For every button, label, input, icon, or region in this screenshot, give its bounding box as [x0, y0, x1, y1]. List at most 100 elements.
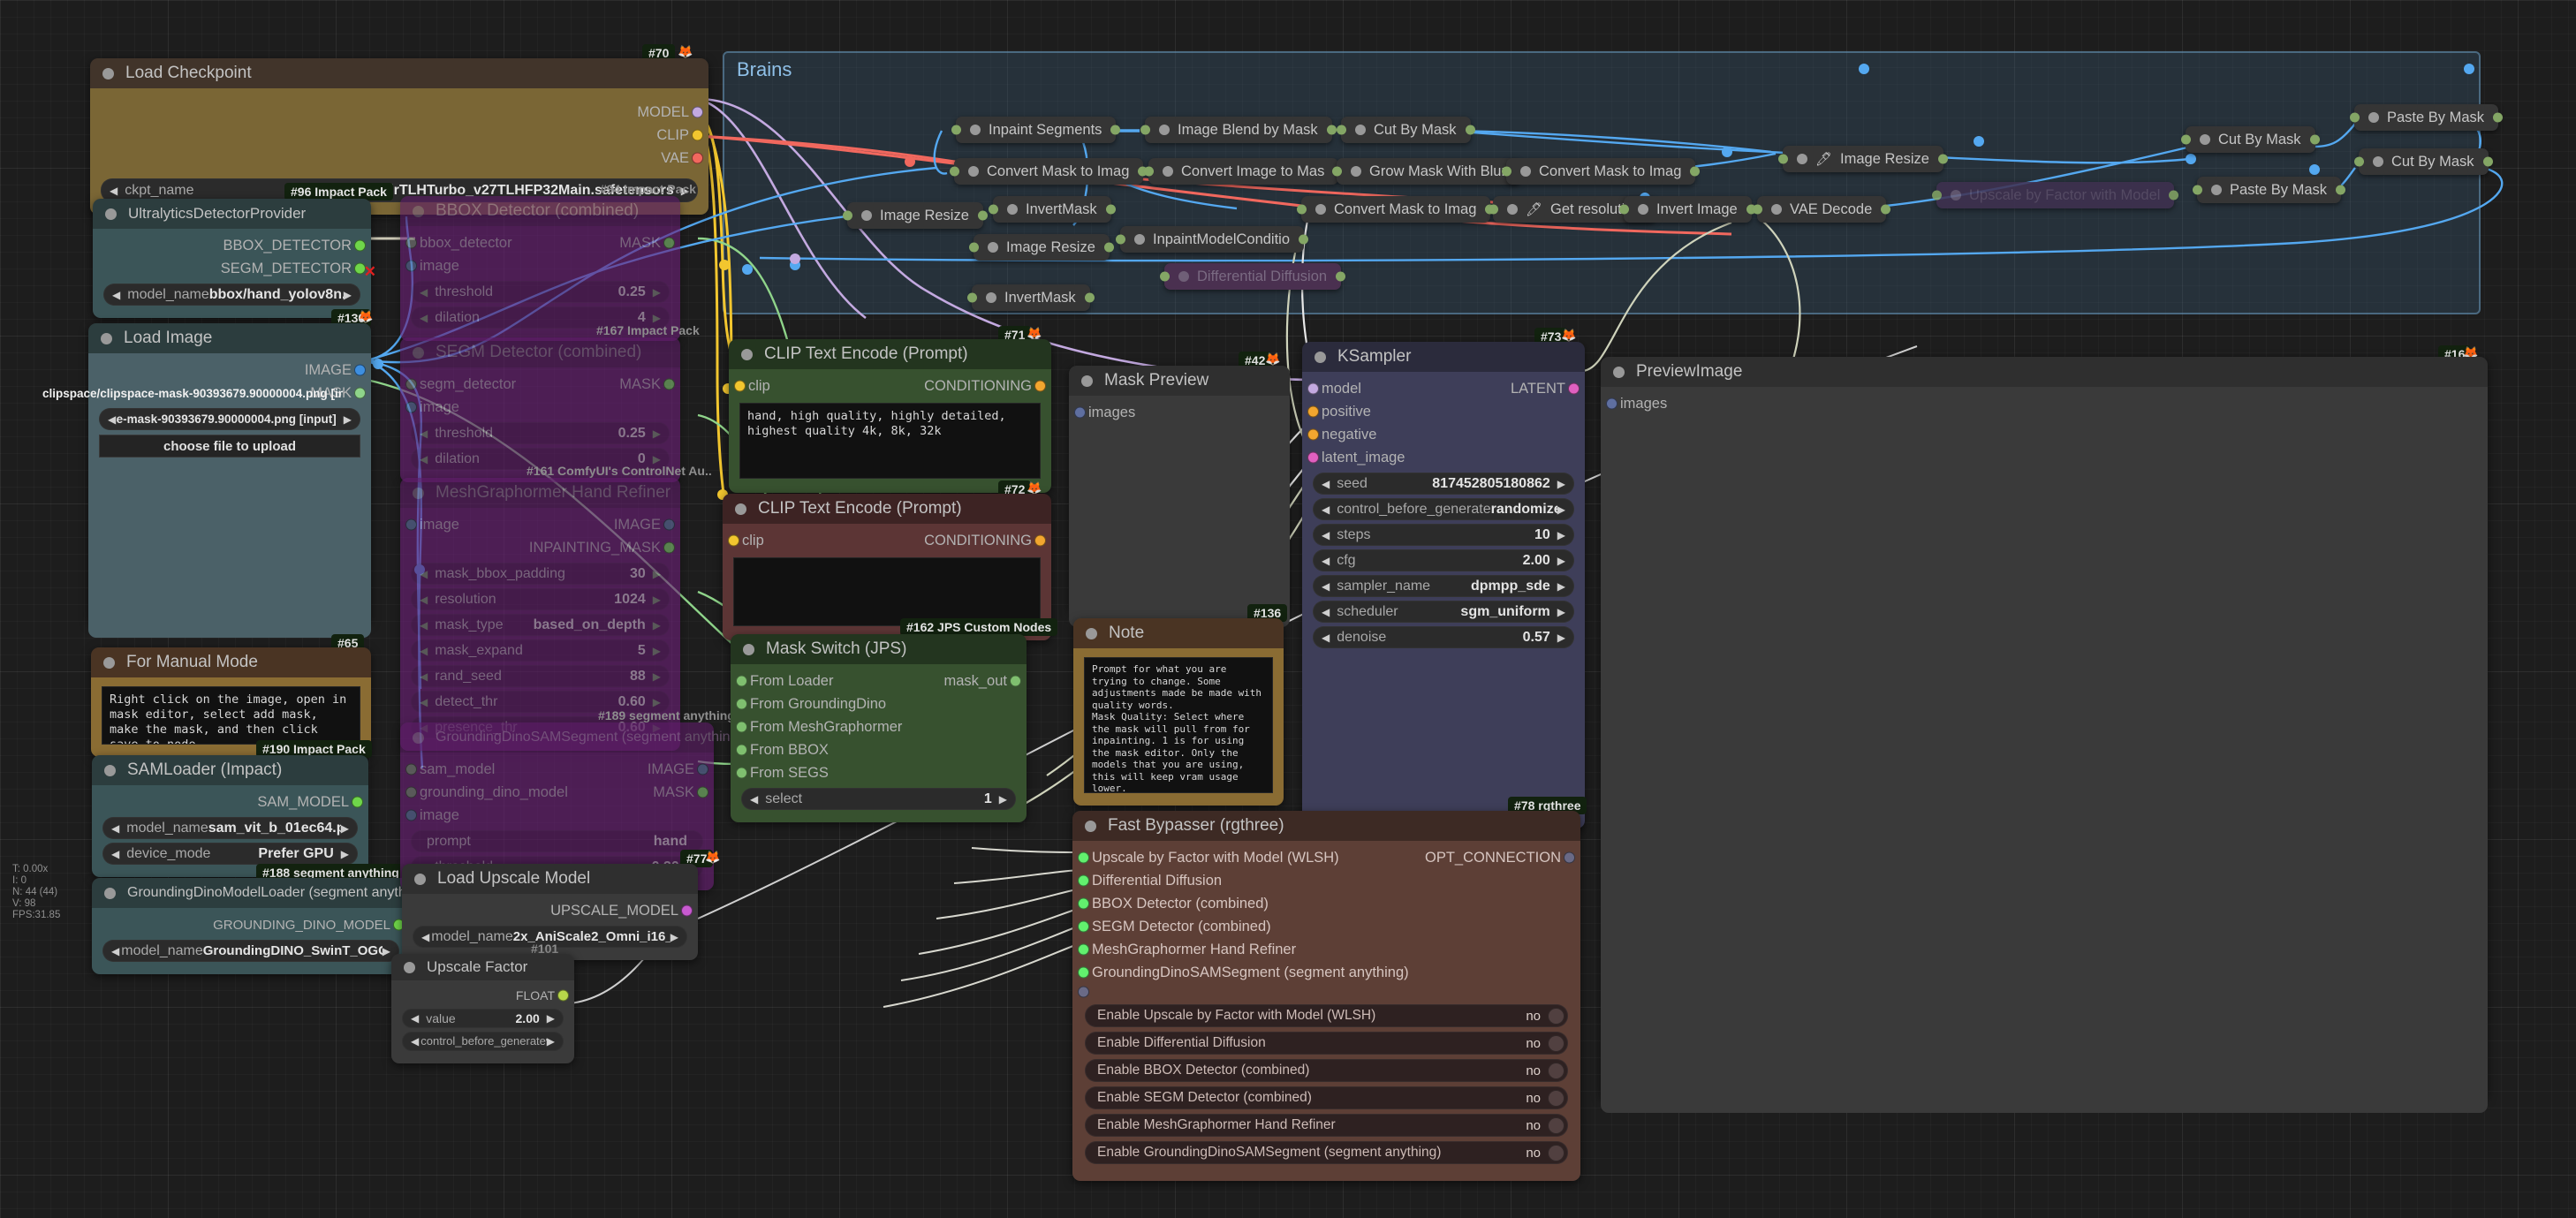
- input-port[interactable]: [1140, 125, 1150, 135]
- output-port-image[interactable]: [663, 518, 675, 531]
- prev-arrow-icon[interactable]: ◀: [1322, 503, 1330, 516]
- pill-node-invert-mask-2[interactable]: InvertMask: [967, 284, 1095, 311]
- widget-control-before-generate[interactable]: ◀ control_before_generate randomize ▶: [1313, 498, 1574, 520]
- input-port-images[interactable]: [1606, 397, 1618, 410]
- next-arrow-icon[interactable]: ▶: [1557, 606, 1565, 618]
- node-title-bar[interactable]: Mask Switch (JPS): [731, 634, 1027, 664]
- output-port[interactable]: [2493, 112, 2504, 123]
- collapse-dot[interactable]: [1134, 234, 1145, 245]
- output-port-latent[interactable]: [1568, 382, 1580, 395]
- input-port[interactable]: [1778, 154, 1788, 164]
- output-port-mask-out[interactable]: [1010, 675, 1021, 687]
- input-port-clip[interactable]: [728, 534, 739, 547]
- output-port-mask[interactable]: [697, 786, 708, 798]
- input-slot-image[interactable]: image IMAGE: [400, 513, 680, 536]
- input-port[interactable]: [1337, 125, 1346, 135]
- next-arrow-icon[interactable]: ▶: [344, 289, 352, 301]
- toggle-knob[interactable]: [1548, 1116, 1565, 1134]
- collapse-dot[interactable]: [1951, 190, 1961, 200]
- output-port[interactable]: [1937, 154, 1948, 164]
- next-arrow-icon[interactable]: ▶: [671, 931, 678, 943]
- node-segm-detector-combined[interactable]: SEGM Detector (combined) segm_detector M…: [400, 337, 680, 482]
- widget-sam-model-name[interactable]: ◀ model_name sam_vit_b_01ec64.pth ▶: [102, 817, 358, 839]
- output-port-opt-connection[interactable]: [1564, 851, 1575, 864]
- collapse-dot[interactable]: [413, 346, 424, 359]
- collapse-dot[interactable]: [2200, 134, 2210, 145]
- input-slot-bbox-detector[interactable]: bbox_detector MASK: [400, 231, 680, 254]
- input-port[interactable]: [2350, 112, 2360, 123]
- input-port-from-loader[interactable]: [736, 675, 747, 687]
- next-arrow-icon[interactable]: ▶: [383, 945, 390, 957]
- input-slot-image[interactable]: image: [400, 804, 714, 827]
- widget-device-mode[interactable]: ◀ device_mode Prefer GPU ▶: [102, 843, 358, 865]
- output-port[interactable]: [2336, 185, 2346, 195]
- node-upscale-factor[interactable]: Upscale Factor FLOAT ◀ value 2.00 ▶ ◀ co…: [391, 954, 574, 1063]
- node-title-bar[interactable]: GroundingDinoSAMSegment (segment anythin…: [400, 722, 743, 753]
- next-arrow-icon[interactable]: ▶: [547, 1012, 555, 1025]
- collapse-dot[interactable]: [1507, 204, 1518, 215]
- negative-prompt-textarea[interactable]: [733, 557, 1041, 626]
- next-arrow-icon[interactable]: ▶: [1557, 632, 1565, 644]
- node-title-bar[interactable]: Load Upscale Model: [402, 864, 698, 894]
- pill-node-image-resize-3[interactable]: Image Resize: [969, 234, 1114, 261]
- input-port-from-segs[interactable]: [736, 767, 747, 779]
- pill-node-invert-image[interactable]: Invert Image: [1619, 196, 1756, 223]
- widget-sampler-name[interactable]: ◀ sampler_name dpmpp_sde ▶: [1313, 575, 1574, 597]
- pill-node-inpaint-segments[interactable]: Inpaint Segments: [951, 117, 1121, 143]
- output-slot-sam-model[interactable]: SAM_MODEL: [92, 791, 368, 813]
- widget-resolution[interactable]: ◀ resolution 1024 ▶: [411, 588, 670, 610]
- prev-arrow-icon[interactable]: ◀: [420, 453, 428, 465]
- node-title-bar[interactable]: GroundingDinoModelLoader (segment anythi…: [92, 878, 429, 908]
- node-title-bar[interactable]: KSampler: [1302, 342, 1585, 372]
- next-arrow-icon[interactable]: ▶: [1557, 580, 1565, 593]
- output-port-sam-model[interactable]: [352, 796, 363, 808]
- output-port[interactable]: [1326, 125, 1337, 135]
- input-port[interactable]: [2193, 185, 2202, 195]
- pill-node-convert-mask-to-image-1[interactable]: Convert Mask to Imag: [950, 158, 1148, 185]
- collapse-dot[interactable]: [101, 332, 112, 344]
- node-title-bar[interactable]: UltralyticsDetectorProvider: [93, 199, 371, 229]
- input-port[interactable]: [967, 292, 977, 303]
- input-slot-images[interactable]: images: [1601, 392, 2488, 415]
- output-port[interactable]: [1110, 125, 1121, 135]
- input-slot-model[interactable]: model LATENT: [1302, 377, 1585, 400]
- prev-arrow-icon[interactable]: ◀: [1322, 478, 1330, 490]
- collapse-dot[interactable]: [1086, 627, 1097, 639]
- input-slot-from-loader[interactable]: From Loader mask_out: [731, 670, 1027, 692]
- widget-threshold[interactable]: ◀ threshold 0.25 ▶: [411, 422, 670, 444]
- collapse-dot[interactable]: [2368, 112, 2379, 123]
- next-arrow-icon[interactable]: ▶: [653, 670, 661, 683]
- next-arrow-icon[interactable]: ▶: [341, 822, 349, 835]
- collapse-dot[interactable]: [413, 205, 424, 217]
- next-arrow-icon[interactable]: ▶: [653, 427, 661, 440]
- collapse-dot[interactable]: [414, 873, 426, 885]
- widget-value[interactable]: ◀ value 2.00 ▶: [402, 1009, 564, 1028]
- input-slot-from-segs[interactable]: From SEGS: [731, 761, 1027, 784]
- output-port-float[interactable]: [557, 989, 569, 1002]
- node-title-bar[interactable]: SEGM Detector (combined): [400, 337, 680, 367]
- toggle-knob[interactable]: [1548, 1144, 1565, 1161]
- collapse-dot[interactable]: [1520, 166, 1531, 177]
- prev-arrow-icon[interactable]: ◀: [420, 645, 428, 657]
- input-port-segm-detector[interactable]: [405, 378, 417, 390]
- widget-threshold[interactable]: ◀ threshold 0.25 ▶: [411, 281, 670, 303]
- node-samloader-impact[interactable]: SAMLoader (Impact) SAM_MODEL ◀ model_nam…: [92, 755, 368, 877]
- node-bbox-detector-combined[interactable]: BBOX Detector (combined) bbox_detector M…: [400, 196, 680, 341]
- collapse-dot[interactable]: [988, 242, 998, 253]
- node-title-bar[interactable]: Load Image: [88, 323, 371, 353]
- widget-cfg[interactable]: ◀ cfg 2.00 ▶: [1313, 549, 1574, 571]
- input-slot-segm-detector[interactable]: segm_detector MASK: [400, 373, 680, 396]
- collapse-dot[interactable]: [1085, 820, 1096, 832]
- prev-arrow-icon[interactable]: ◀: [420, 427, 428, 440]
- prev-arrow-icon[interactable]: ◀: [1322, 529, 1330, 541]
- toggle-enable-differential-diffusion[interactable]: Enable Differential Diffusion no: [1085, 1032, 1568, 1055]
- prev-arrow-icon[interactable]: ◀: [411, 1035, 419, 1048]
- collapse-dot[interactable]: [1159, 125, 1170, 135]
- input-slot-meshgraphormer[interactable]: MeshGraphormer Hand Refiner: [1072, 938, 1580, 961]
- widget-mask-expand[interactable]: ◀ mask_expand 5 ▶: [411, 639, 670, 662]
- input-port-bbox-detector[interactable]: [405, 237, 417, 249]
- input-port[interactable]: [843, 210, 852, 221]
- input-port-image[interactable]: [405, 260, 417, 272]
- output-port-bbox-detector[interactable]: [354, 239, 366, 252]
- next-arrow-icon[interactable]: ▶: [653, 568, 661, 580]
